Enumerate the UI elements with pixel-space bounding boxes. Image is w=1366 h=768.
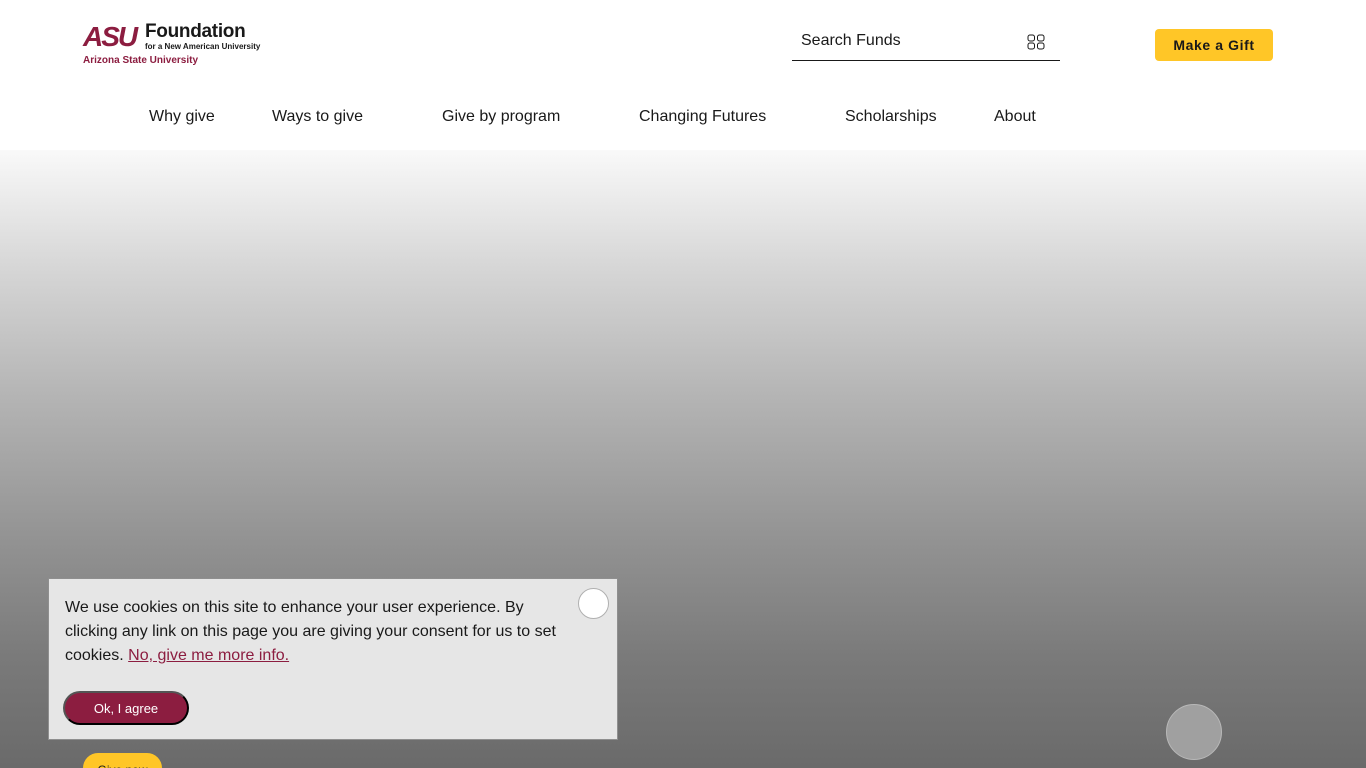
- cookie-message: We use cookies on this site to enhance y…: [65, 596, 565, 668]
- search-input[interactable]: [792, 22, 1022, 60]
- nav-item-give-by-program[interactable]: Give by program: [442, 107, 560, 127]
- floating-action-button[interactable]: [1166, 704, 1222, 760]
- nav-item-ways-to-give[interactable]: Ways to give: [272, 107, 363, 127]
- site-header: ASU Foundation for a New American Univer…: [0, 0, 1366, 150]
- cookie-consent-banner: We use cookies on this site to enhance y…: [48, 578, 618, 740]
- logo-university-name: Arizona State University: [83, 55, 199, 66]
- asu-foundation-logo[interactable]: ASU Foundation for a New American Univer…: [83, 22, 273, 68]
- give-now-button[interactable]: Give now: [83, 753, 162, 768]
- close-icon[interactable]: [578, 588, 609, 619]
- nav-item-scholarships[interactable]: Scholarships: [845, 107, 937, 127]
- more-info-link[interactable]: No, give me more info.: [128, 647, 289, 664]
- nav-item-changing-futures[interactable]: Changing Futures: [639, 107, 766, 127]
- logo-foundation-text: Foundation: [145, 21, 246, 42]
- make-a-gift-button[interactable]: Make a Gift: [1155, 29, 1273, 61]
- agree-button[interactable]: Ok, I agree: [63, 691, 189, 725]
- nav-item-about[interactable]: About: [994, 107, 1036, 127]
- asu-logo-mark: ASU: [83, 21, 138, 52]
- search-funds: [792, 22, 1060, 61]
- logo-tagline: for a New American University: [145, 42, 261, 51]
- search-icon[interactable]: [1027, 34, 1045, 50]
- nav-item-why-give[interactable]: Why give: [149, 107, 215, 127]
